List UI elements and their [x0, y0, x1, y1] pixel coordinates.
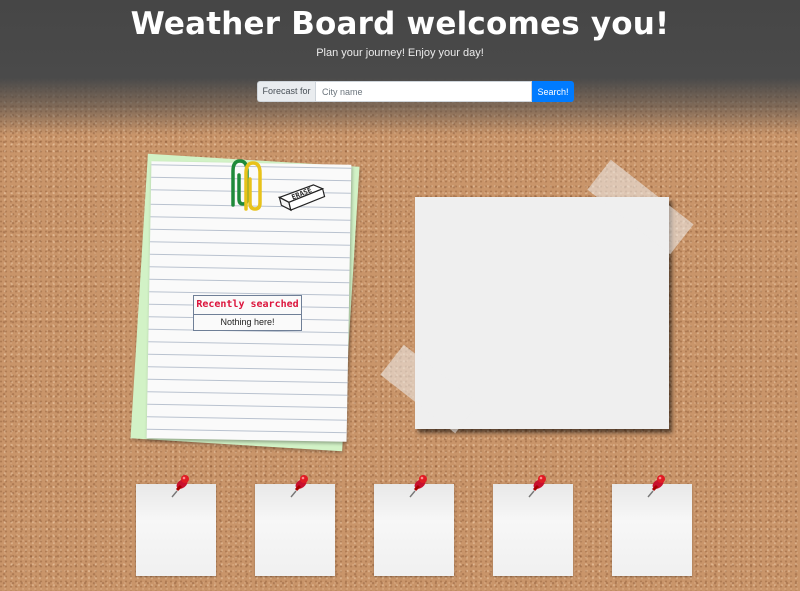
forecast-day-card	[493, 475, 573, 576]
search-button[interactable]: Search!	[532, 81, 574, 102]
paperclip-icon	[231, 159, 262, 211]
forecast-day-card	[136, 475, 216, 576]
eraser-icon[interactable]: ERASE	[276, 180, 328, 214]
pushpin-icon	[290, 475, 308, 498]
pushpin-icon	[409, 475, 427, 498]
recent-searches-title: Recently searched	[194, 296, 301, 315]
search-form: Forecast for Search!	[257, 81, 574, 102]
pushpin-icon	[528, 475, 546, 498]
city-search-input[interactable]	[315, 81, 532, 102]
page-title: Weather Board welcomes you!	[130, 6, 670, 42]
recent-searches-empty: Nothing here!	[220, 317, 275, 327]
forecast-day-card	[612, 475, 692, 576]
recent-searches-panel: Recently searched Nothing here!	[193, 295, 302, 331]
page-subtitle: Plan your journey! Enjoy your day!	[316, 47, 484, 59]
pushpin-icon	[647, 475, 665, 498]
pushpin-icon	[171, 475, 189, 498]
forecast-day-card	[255, 475, 335, 576]
page-header: Weather Board welcomes you! Plan your jo…	[0, 0, 800, 135]
search-prefix-label: Forecast for	[257, 81, 315, 102]
forecast-day-card	[374, 475, 454, 576]
